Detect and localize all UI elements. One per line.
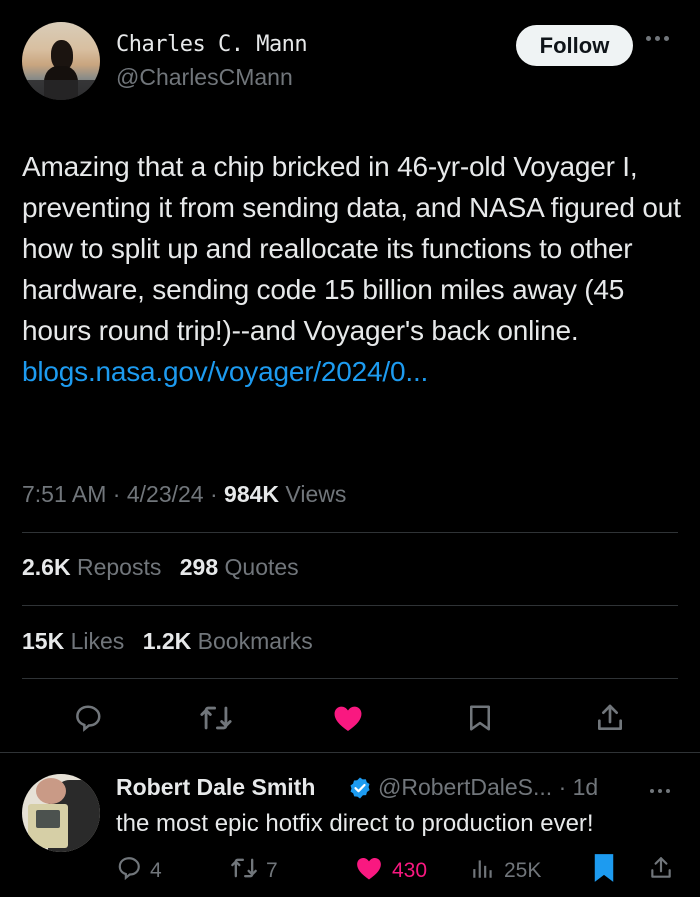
likes-stat[interactable]: 15K Likes — [22, 628, 124, 654]
reposts-count: 2.6K — [22, 554, 71, 580]
tweet-text: Amazing that a chip bricked in 46-yr-old… — [22, 146, 682, 392]
bookmark-icon[interactable] — [462, 700, 498, 736]
tweet-header: Charles C. Mann @CharlesCMann Follow — [0, 0, 700, 120]
views-count: 25K — [504, 859, 542, 882]
stats-row-likes: 15K Likes 1.2K Bookmarks — [22, 628, 325, 655]
avatar-computer-screen — [36, 810, 60, 828]
reply-author-handle-time[interactable]: @RobertDaleS... · 1d — [378, 774, 598, 801]
reply-icon — [116, 855, 142, 887]
reply-text: the most epic hotfix direct to productio… — [116, 810, 594, 837]
author-avatar[interactable] — [22, 22, 100, 100]
views-icon — [470, 855, 496, 887]
divider — [0, 752, 700, 753]
tweet-date[interactable]: 4/23/24 — [127, 481, 204, 507]
divider — [22, 678, 678, 679]
views-count: 984K — [224, 481, 280, 507]
author-handle[interactable]: @CharlesCMann — [116, 64, 293, 91]
reply-author-avatar[interactable] — [22, 774, 100, 852]
reply-author-handle: @RobertDaleS... — [378, 774, 553, 800]
reply-tweet[interactable]: Robert Dale Smith @RobertDaleS... · 1d t… — [0, 756, 700, 897]
divider — [22, 532, 678, 533]
quotes-count: 298 — [179, 554, 219, 580]
reply-like-action[interactable]: 430 — [354, 854, 427, 888]
quotes-stat[interactable]: 298 Quotes — [180, 554, 299, 580]
more-options-icon[interactable] — [646, 36, 669, 41]
likes-count: 15K — [22, 628, 65, 654]
reply-repost-action[interactable]: 7 — [230, 854, 278, 888]
meta-separator: · — [209, 481, 218, 507]
reply-share-action[interactable] — [648, 854, 674, 888]
reply-views-action[interactable]: 25K — [470, 854, 541, 888]
bookmark-filled-icon — [592, 853, 616, 889]
like-icon[interactable] — [330, 700, 366, 736]
share-icon[interactable] — [592, 700, 628, 736]
reply-count: 4 — [150, 859, 162, 882]
avatar-face — [36, 778, 66, 804]
like-icon — [354, 853, 384, 889]
quotes-label: Quotes — [224, 554, 299, 580]
reply-icon[interactable] — [70, 700, 106, 736]
bookmarks-count: 1.2K — [142, 628, 192, 654]
reply-reply-action[interactable]: 4 — [116, 854, 162, 888]
tweet-actions — [0, 692, 700, 744]
bookmarks-stat[interactable]: 1.2K Bookmarks — [143, 628, 313, 654]
tweet-time[interactable]: 7:51 AM — [22, 481, 106, 507]
repost-icon — [230, 854, 258, 888]
avatar-water — [22, 80, 100, 100]
share-icon — [648, 855, 674, 887]
reply-more-options-icon[interactable] — [650, 789, 670, 793]
reply-time: · 1d — [558, 774, 599, 800]
likes-label: Likes — [70, 628, 125, 654]
repost-count: 7 — [266, 859, 278, 882]
views-label: Views — [285, 481, 347, 507]
reply-author-name[interactable]: Robert Dale Smith — [116, 774, 315, 801]
reposts-label: Reposts — [76, 554, 162, 580]
tweet-meta: 7:51 AM · 4/23/24 · 984K Views — [22, 481, 346, 508]
verified-badge-icon — [348, 776, 372, 805]
author-display-name[interactable]: Charles C. Mann — [116, 32, 308, 57]
like-count: 430 — [392, 859, 428, 882]
follow-button[interactable]: Follow — [516, 25, 633, 66]
bookmarks-label: Bookmarks — [197, 628, 313, 654]
reply-bookmark-action[interactable] — [592, 854, 616, 888]
divider — [22, 605, 678, 606]
reply-actions: 4 7 430 25K — [0, 854, 700, 888]
tweet-body: Amazing that a chip bricked in 46-yr-old… — [22, 151, 681, 346]
tweet-link[interactable]: blogs.nasa.gov/voyager/2024/0... — [22, 356, 428, 387]
stats-row-reposts: 2.6K Reposts 298 Quotes — [22, 554, 311, 581]
meta-separator: · — [112, 481, 121, 507]
repost-icon[interactable] — [198, 700, 234, 736]
reposts-stat[interactable]: 2.6K Reposts — [22, 554, 161, 580]
